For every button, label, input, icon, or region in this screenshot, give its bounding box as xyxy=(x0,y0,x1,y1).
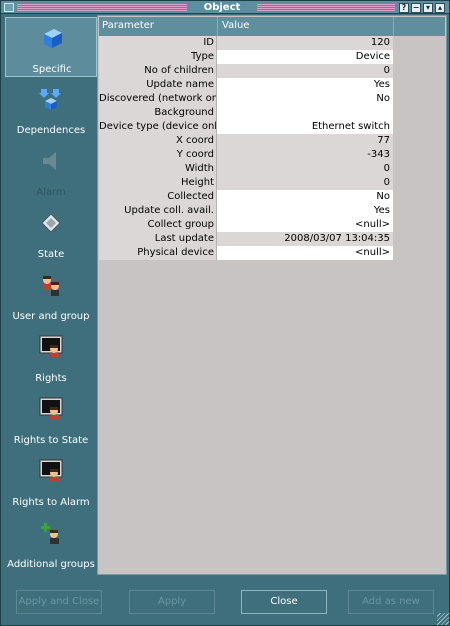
dialog-button-bar: Apply and Close Apply Close Add as new xyxy=(1,581,450,626)
param-name: Update name xyxy=(99,78,217,92)
table-row: Update coll. avail. Yes xyxy=(99,204,393,218)
users-icon xyxy=(43,276,59,296)
help-button[interactable]: ? xyxy=(399,3,409,13)
param-name: Device type (device only) xyxy=(99,120,217,134)
dependences-icon xyxy=(39,89,61,110)
param-value[interactable]: Yes xyxy=(217,204,393,218)
sidebar-item-label: Alarm xyxy=(36,187,66,198)
table-header: Parameter Value xyxy=(99,17,445,36)
sidebar-item-label: Dependences xyxy=(16,125,86,136)
param-name: Type xyxy=(99,50,217,64)
minimize-button[interactable]: − xyxy=(411,3,421,13)
close-button[interactable]: Close xyxy=(241,590,327,614)
param-name: ID xyxy=(99,36,217,50)
param-name: Width xyxy=(99,162,217,176)
table-row: ID 120 xyxy=(99,36,393,50)
apply-and-close-button[interactable]: Apply and Close xyxy=(16,590,102,614)
table-row: Height 0 xyxy=(99,176,393,190)
rights-alarm-monitor-icon xyxy=(39,459,63,482)
sidebar-item-rights-to-state[interactable]: Rights to State xyxy=(5,389,97,449)
param-value[interactable]: Yes xyxy=(217,78,393,92)
add-group-icon xyxy=(41,523,59,544)
param-value: 0 xyxy=(217,64,393,78)
title-stripes-right xyxy=(257,4,395,11)
param-value[interactable] xyxy=(217,106,393,120)
table-row: X coord 77 xyxy=(99,134,393,148)
param-name: X coord xyxy=(99,134,217,148)
category-sidebar: Specific Dependences Alarm State User an… xyxy=(5,17,97,575)
param-name: Discovered (network only) xyxy=(99,92,217,106)
param-value: 2008/03/07 13:04:35 xyxy=(217,232,393,246)
column-separator[interactable] xyxy=(217,17,218,36)
cube-icon xyxy=(44,29,62,48)
param-value[interactable]: Device xyxy=(217,50,393,64)
table-row: Update name Yes xyxy=(99,78,393,92)
sidebar-item-additional-groups[interactable]: Additional groups xyxy=(5,513,97,573)
object-window: Object ? − ▾ ▴ Specific Dependences Alar… xyxy=(0,0,450,626)
param-name: Background xyxy=(99,106,217,120)
table-row: Type Device xyxy=(99,50,393,64)
param-value: -343 xyxy=(217,148,393,162)
param-value[interactable]: <null> xyxy=(217,246,393,260)
diamond-icon xyxy=(41,213,61,233)
sidebar-item-label: Rights to Alarm xyxy=(12,497,90,508)
param-name: Collect group xyxy=(99,218,217,232)
shade-button[interactable]: ▾ xyxy=(423,3,433,13)
rights-monitor-icon xyxy=(39,335,63,358)
sidebar-item-alarm[interactable]: Alarm xyxy=(5,141,97,201)
param-value[interactable]: Ethernet switch xyxy=(217,120,393,134)
column-header-value[interactable]: Value xyxy=(222,20,249,31)
column-separator[interactable] xyxy=(393,17,394,36)
sidebar-item-label: Rights xyxy=(35,373,67,384)
param-value: 0 xyxy=(217,176,393,190)
param-value: 0 xyxy=(217,162,393,176)
table-row: Y coord -343 xyxy=(99,148,393,162)
sidebar-item-dependences[interactable]: Dependences xyxy=(5,79,97,139)
sidebar-item-label: Additional groups xyxy=(7,559,95,570)
sidebar-item-label: State xyxy=(37,249,65,260)
alarm-icon xyxy=(43,152,56,170)
resize-grip[interactable] xyxy=(437,613,449,625)
sidebar-item-label: Rights to State xyxy=(13,435,89,446)
close-window-button[interactable]: ▴ xyxy=(435,3,445,13)
sidebar-item-label: User and group xyxy=(12,311,90,322)
table-row: Physical device <null> xyxy=(99,246,393,260)
table-row: Last update 2008/03/07 13:04:35 xyxy=(99,232,393,246)
table-row: No of children 0 xyxy=(99,64,393,78)
param-value[interactable]: No xyxy=(217,190,393,204)
param-name: No of children xyxy=(99,64,217,78)
param-name: Update coll. avail. xyxy=(99,204,217,218)
apply-button[interactable]: Apply xyxy=(129,590,215,614)
param-name: Last update xyxy=(99,232,217,246)
param-value[interactable]: No xyxy=(217,92,393,106)
table-row: Collected No xyxy=(99,190,393,204)
sidebar-item-rights[interactable]: Rights xyxy=(5,327,97,387)
sidebar-item-rights-to-alarm[interactable]: Rights to Alarm xyxy=(5,451,97,511)
table-row: Collect group <null> xyxy=(99,218,393,232)
table-row: Background xyxy=(99,106,393,120)
sidebar-item-specific[interactable]: Specific xyxy=(5,17,97,77)
sidebar-item-state[interactable]: State xyxy=(5,203,97,263)
parameter-table-panel: Parameter Value ID 120 Type Device No of c… xyxy=(97,15,447,575)
param-name: Physical device xyxy=(99,246,217,260)
parameter-table-body: ID 120 Type Device No of children 0 Update … xyxy=(99,36,393,260)
param-value: 120 xyxy=(217,36,393,50)
window-title: Object xyxy=(203,2,241,13)
window-menu-icon[interactable] xyxy=(4,3,14,12)
table-row: Discovered (network only)No xyxy=(99,92,393,106)
rights-state-monitor-icon xyxy=(39,397,63,420)
table-row: Width 0 xyxy=(99,162,393,176)
title-bar[interactable]: Object ? − ▾ ▴ xyxy=(1,1,449,14)
sidebar-item-label: Specific xyxy=(32,64,72,75)
title-stripes-left xyxy=(17,4,187,11)
add-as-new-button[interactable]: Add as new xyxy=(348,590,434,614)
sidebar-item-user-and-group[interactable]: User and group xyxy=(5,265,97,325)
table-row: Device type (device only) Ethernet switch xyxy=(99,120,393,134)
param-value[interactable]: <null> xyxy=(217,218,393,232)
param-name: Collected xyxy=(99,190,217,204)
param-name: Height xyxy=(99,176,217,190)
param-name: Y coord xyxy=(99,148,217,162)
param-value: 77 xyxy=(217,134,393,148)
column-header-parameter[interactable]: Parameter xyxy=(102,20,154,31)
